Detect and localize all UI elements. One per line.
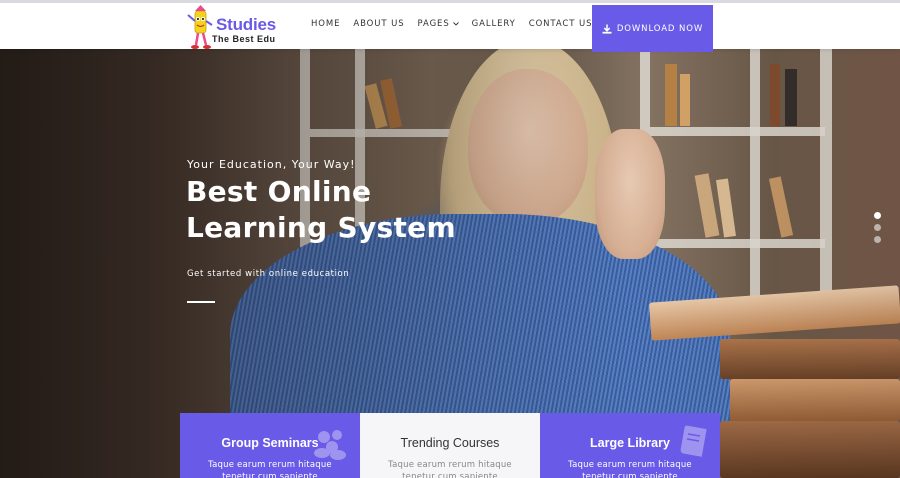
feature-card-large-library[interactable]: Large Library Taque earum rerum hitaque …: [540, 413, 720, 478]
download-now-label: DOWNLOAD NOW: [616, 23, 704, 34]
slider-dot-1[interactable]: [874, 212, 881, 219]
brand-tagline: The Best Edu: [212, 34, 276, 44]
hero-title: Best Online Learning System: [186, 174, 486, 246]
nav-item-gallery[interactable]: GALLERY: [472, 19, 516, 29]
site-logo[interactable]: Studies The Best Edu: [186, 5, 286, 51]
feature-card-desc: Taque earum rerum hitaque tenetur cum sa…: [388, 460, 512, 478]
site-header: Studies The Best Edu HOME ABOUT US PAGES…: [0, 0, 900, 52]
brand-name: Studies: [216, 15, 277, 34]
feature-card-desc: Taque earum rerum hitaque tenetur cum sa…: [208, 460, 332, 478]
hero-divider: [187, 301, 215, 303]
pencil-mascot-icon: [187, 5, 213, 49]
nav-item-label: GALLERY: [471, 19, 516, 29]
download-icon: [602, 24, 612, 34]
feature-card-trending-courses[interactable]: Trending Courses Taque earum rerum hitaq…: [360, 413, 540, 478]
hero-subtitle: Get started with online education: [187, 269, 350, 279]
main-nav: HOME ABOUT US PAGES GALLERY CONTACT US: [311, 19, 605, 29]
slider-dot-3[interactable]: [874, 236, 881, 243]
nav-item-label: PAGES: [417, 19, 450, 29]
nav-item-label: HOME: [311, 19, 341, 29]
feature-card-title: Trending Courses: [400, 436, 500, 450]
nav-item-about-us[interactable]: ABOUT US: [353, 19, 404, 29]
slider-pagination: [874, 212, 881, 248]
nav-item-label: CONTACT US: [528, 19, 593, 29]
feature-card-title: Large Library: [590, 436, 670, 450]
hero-title-line-2: Learning System: [186, 211, 456, 244]
hero-tagline: Your Education, Your Way!: [187, 158, 356, 171]
nav-item-label: ABOUT US: [353, 19, 405, 29]
slider-dot-2[interactable]: [874, 224, 881, 231]
nav-item-pages[interactable]: PAGES: [418, 19, 459, 29]
nav-item-contact-us[interactable]: CONTACT US: [529, 19, 593, 29]
feature-card-desc: Taque earum rerum hitaque tenetur cum sa…: [568, 460, 692, 478]
download-now-button[interactable]: DOWNLOAD NOW: [592, 5, 713, 52]
feature-card-title: Group Seminars: [221, 436, 319, 450]
nav-item-home[interactable]: HOME: [311, 19, 340, 29]
hero-title-line-1: Best Online: [186, 175, 372, 208]
chevron-down-icon: [452, 22, 459, 26]
feature-card-group-seminars[interactable]: Group Seminars Taque earum rerum hitaque…: [180, 413, 360, 478]
